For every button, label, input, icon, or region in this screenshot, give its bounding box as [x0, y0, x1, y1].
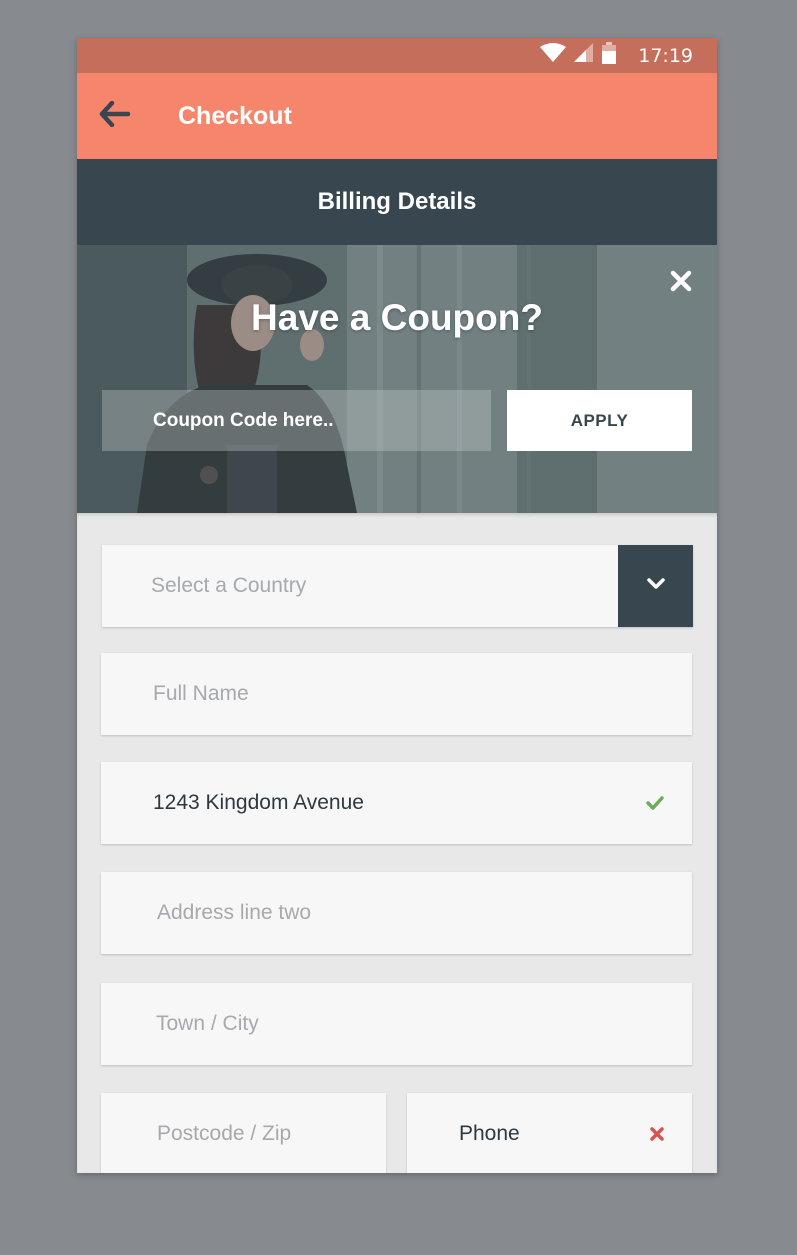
postcode-placeholder: Postcode / Zip [157, 1122, 292, 1145]
address-line-one-field[interactable]: 1243 Kingdom Avenue [101, 762, 692, 844]
status-bar: 17:19 [77, 38, 717, 73]
address-line-two-field[interactable]: Address line two [101, 872, 692, 954]
close-coupon-button[interactable] [665, 267, 697, 299]
full-name-field[interactable]: Full Name [101, 653, 692, 735]
phone-field[interactable]: Phone [407, 1093, 692, 1173]
status-time: 17:19 [638, 44, 693, 67]
coupon-code-input[interactable] [102, 390, 491, 451]
address-line-one-value: 1243 Kingdom Avenue [153, 791, 364, 814]
status-icons: 17:19 [540, 38, 693, 73]
battery-icon [602, 42, 617, 69]
country-select[interactable]: Select a Country [102, 545, 693, 627]
coupon-title: Have a Coupon? [251, 297, 543, 338]
full-name-placeholder: Full Name [153, 682, 249, 705]
country-select-label: Select a Country [151, 574, 307, 597]
town-city-placeholder: Town / City [156, 1012, 259, 1035]
address-line-two-placeholder: Address line two [157, 901, 312, 924]
postcode-field[interactable]: Postcode / Zip [101, 1093, 386, 1173]
coupon-banner: Have a Coupon? APPLY [77, 245, 717, 513]
phone-screen: 17:19 Checkout Billing Details Have a Co… [77, 38, 717, 1173]
wifi-icon [540, 43, 567, 68]
section-header: Billing Details [77, 159, 717, 245]
town-city-field[interactable]: Town / City [101, 983, 692, 1065]
back-button[interactable] [95, 96, 135, 136]
app-bar: Checkout [77, 73, 717, 159]
cross-icon [650, 1093, 664, 1173]
billing-form: Select a Country Full Name 1243 Kingdom … [77, 513, 717, 1173]
phone-value: Phone [459, 1122, 520, 1145]
check-icon [646, 762, 664, 844]
arrow-left-icon [99, 100, 131, 132]
chevron-down-icon [646, 577, 666, 596]
page-title: Checkout [178, 102, 292, 130]
apply-button[interactable]: APPLY [507, 390, 692, 451]
hero-overlay [77, 245, 717, 513]
close-icon [670, 270, 692, 297]
country-dropdown-button[interactable] [618, 545, 693, 627]
signal-icon [574, 43, 594, 68]
